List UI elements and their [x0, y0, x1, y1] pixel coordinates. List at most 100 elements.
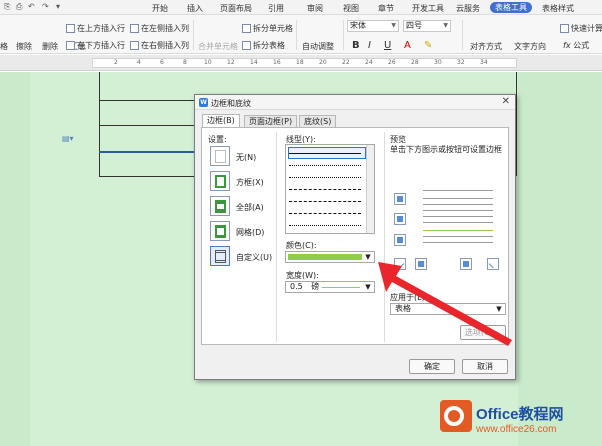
settings-label: 设置:	[208, 135, 227, 144]
border-diagonal-down-icon[interactable]	[487, 258, 499, 270]
erase-button[interactable]: 擦除	[16, 41, 32, 52]
split-cells-button[interactable]: 拆分单元格	[242, 23, 293, 34]
wps-logo-icon: W	[199, 98, 208, 107]
setting-box-icon[interactable]	[210, 171, 230, 191]
border-bottom-icon[interactable]	[394, 234, 406, 246]
italic-button[interactable]: I	[368, 40, 371, 51]
line-style-scrollbar[interactable]	[366, 145, 374, 233]
line-style-list[interactable]	[285, 144, 375, 234]
undo-icon[interactable]: ↶	[28, 2, 35, 11]
more-icon[interactable]: ▾	[56, 2, 60, 11]
ruler-number: 26	[388, 59, 396, 66]
save-icon[interactable]: ⎘	[4, 2, 10, 12]
dialog-title: 边框和底纹	[211, 99, 251, 108]
calc-icon	[560, 24, 569, 33]
split-cells-label: 拆分单元格	[253, 24, 293, 33]
border-glyph	[463, 261, 469, 267]
options-button[interactable]: 选项(O)...	[460, 325, 506, 340]
setting-preview	[215, 150, 226, 163]
border-middle-icon[interactable]	[394, 213, 406, 225]
close-icon[interactable]: ✕	[502, 96, 510, 107]
tab-page-layout[interactable]: 页面布局	[220, 3, 252, 14]
line-style-dashed[interactable]	[289, 189, 361, 190]
tab-review[interactable]: 审阅	[307, 3, 323, 14]
font-size-select[interactable]: 四号 ▼	[403, 20, 451, 32]
line-style-dash-dot[interactable]	[289, 213, 361, 214]
cancel-button[interactable]: 取消	[462, 359, 508, 374]
tab-view[interactable]: 视图	[343, 3, 359, 14]
merge-cells-button[interactable]: 合并单元格	[198, 41, 238, 52]
preview-line	[423, 216, 493, 217]
tab-home[interactable]: 开始	[152, 3, 168, 14]
print-icon[interactable]: ⎙	[16, 2, 22, 12]
setting-grid-label[interactable]: 网格(D)	[236, 227, 264, 238]
line-style-dotted[interactable]	[289, 165, 361, 166]
auto-fit-button[interactable]: 自动调整	[302, 41, 334, 52]
tab-chapter[interactable]: 章节	[378, 3, 394, 14]
ruler-number: 32	[457, 59, 465, 66]
tab-insert[interactable]: 插入	[187, 3, 203, 14]
ribbon-divider	[193, 20, 194, 50]
paragraph-marker-icon[interactable]: ▤▾	[62, 134, 74, 143]
draw-table-button[interactable]: 格	[0, 41, 8, 52]
borders-shading-dialog: W 边框和底纹 ✕ 边框(B) 页面边框(P) 底纹(S) 设置: 无(N) 方…	[194, 94, 516, 380]
line-style-long-dash[interactable]	[289, 201, 361, 202]
underline-button[interactable]: U	[384, 40, 391, 51]
preview-hint: 单击下方图示或按钮可设置边框	[390, 145, 502, 154]
split-table-button[interactable]: 拆分表格	[242, 40, 285, 51]
highlight-icon[interactable]: ✎	[424, 40, 432, 51]
tab-cloud[interactable]: 云服务	[456, 3, 480, 14]
apply-to-select[interactable]: 表格 ▼	[390, 303, 506, 315]
setting-none-label[interactable]: 无(N)	[236, 152, 256, 163]
setting-all-label[interactable]: 全部(A)	[236, 202, 264, 213]
setting-all-icon[interactable]	[210, 196, 230, 216]
preview-area[interactable]	[417, 186, 503, 250]
setting-grid-icon[interactable]	[210, 221, 230, 241]
formula-button[interactable]: fx 公式	[563, 40, 589, 51]
delete-button[interactable]: 删除	[42, 41, 58, 52]
width-select[interactable]: 0.5 磅 ▼	[285, 281, 375, 293]
font-color-button[interactable]: A	[404, 40, 411, 51]
text-direction-button[interactable]: 文字方向	[514, 41, 546, 52]
insert-right-button[interactable]: 在右侧插入列	[130, 40, 189, 51]
setting-custom-label[interactable]: 自定义(U)	[236, 252, 272, 263]
color-swatch	[288, 254, 362, 260]
align-button[interactable]: 对齐方式	[470, 41, 502, 52]
tab-references[interactable]: 引用	[268, 3, 284, 14]
ok-button[interactable]: 确定	[409, 359, 455, 374]
line-style-solid[interactable]	[289, 153, 361, 154]
tab-borders[interactable]: 边框(B)	[202, 114, 240, 128]
ruler-number: 30	[434, 59, 442, 66]
setting-box-label[interactable]: 方框(X)	[236, 177, 264, 188]
office-logo-icon	[440, 400, 472, 432]
insert-left-label: 在左侧插入列	[141, 24, 189, 33]
border-glyph	[397, 216, 403, 222]
insert-left-button[interactable]: 在左侧插入列	[130, 23, 189, 34]
quick-calc-button[interactable]: 快速计算	[560, 23, 602, 34]
watermark-name: Office教程网	[476, 406, 564, 423]
bold-button[interactable]: B	[352, 40, 360, 51]
ruler-number: 2	[114, 59, 118, 66]
dialog-title-bar: W 边框和底纹 ✕	[195, 95, 515, 110]
border-right-icon[interactable]	[460, 258, 472, 270]
border-left-icon[interactable]	[415, 258, 427, 270]
tab-developer[interactable]: 开发工具	[412, 3, 444, 14]
border-diagonal-up-icon[interactable]	[394, 258, 406, 270]
font-name-select[interactable]: 宋体 ▼	[347, 20, 399, 32]
border-glyph	[395, 259, 405, 269]
border-top-icon[interactable]	[394, 193, 406, 205]
insert-below-button[interactable]: 在下方插入行	[66, 40, 125, 51]
line-style-dotted-2[interactable]	[289, 177, 361, 178]
preview-line	[423, 204, 493, 205]
tab-table-style[interactable]: 表格样式	[542, 3, 574, 14]
tab-table-tools[interactable]: 表格工具	[490, 2, 532, 13]
line-style-dash-dot-dot[interactable]	[289, 225, 361, 226]
border-glyph	[397, 196, 403, 202]
setting-none-icon[interactable]	[210, 146, 230, 166]
insert-above-button[interactable]: 在上方插入行	[66, 23, 125, 34]
color-label: 颜色(C):	[286, 241, 317, 250]
setting-custom-icon[interactable]	[210, 246, 230, 266]
redo-icon[interactable]: ↷	[42, 2, 49, 11]
horizontal-ruler: 2 4 6 8 10 12 14 16 18 20 22 24 26 28 30…	[0, 55, 602, 71]
color-select[interactable]: ▼	[285, 251, 375, 263]
